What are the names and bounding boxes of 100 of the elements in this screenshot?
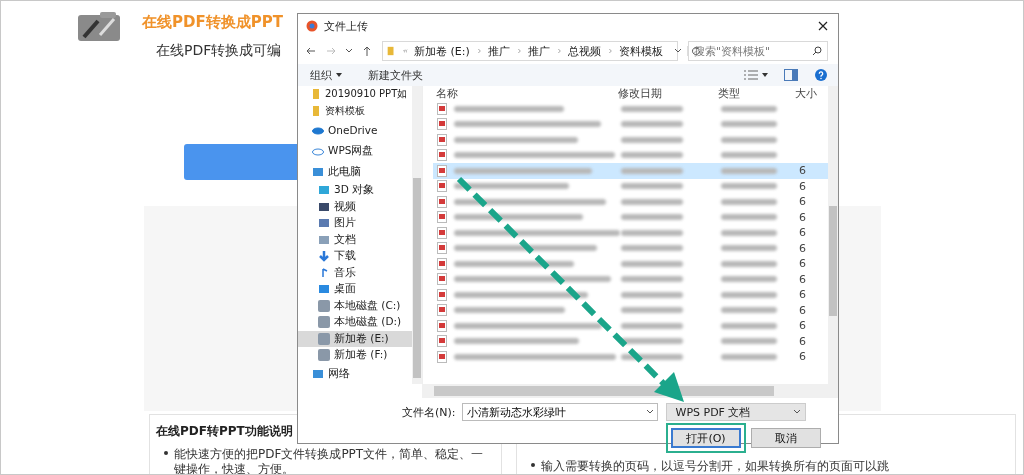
breadcrumb-item[interactable]: 推广 bbox=[527, 43, 550, 59]
network-icon bbox=[312, 368, 324, 380]
pdf-file-icon bbox=[436, 242, 448, 255]
blurred-type bbox=[721, 353, 777, 360]
nav-item[interactable]: 文档 bbox=[298, 231, 412, 248]
blurred-date bbox=[621, 229, 683, 236]
nav-item[interactable]: 下载 bbox=[298, 248, 412, 265]
nav-item[interactable]: 网络 bbox=[298, 363, 412, 384]
new-folder-button[interactable]: 新建文件夹 bbox=[368, 67, 423, 83]
close-icon[interactable] bbox=[818, 21, 828, 31]
nav-item[interactable]: 3D 对象 bbox=[298, 182, 412, 199]
file-row[interactable]: 6 bbox=[433, 256, 828, 272]
blurred-date bbox=[621, 353, 683, 360]
browser-icon bbox=[306, 20, 318, 32]
blurred-date bbox=[621, 183, 683, 190]
pdf-file-icon bbox=[436, 288, 448, 301]
nav-item[interactable]: 视频 bbox=[298, 198, 412, 215]
file-row[interactable]: 6 bbox=[433, 163, 828, 179]
blurred-type bbox=[721, 291, 777, 298]
file-row[interactable]: 6 bbox=[433, 302, 828, 318]
blurred-type bbox=[721, 245, 777, 252]
nav-item[interactable]: 音乐 bbox=[298, 264, 412, 281]
nav-item[interactable]: WPS网盘 bbox=[298, 140, 412, 161]
help-icon[interactable] bbox=[814, 69, 828, 81]
column-header[interactable]: 大小 bbox=[795, 86, 817, 101]
filename-label: 文件名(N): bbox=[402, 404, 456, 420]
file-size: 6 bbox=[799, 334, 806, 348]
dialog-button[interactable]: 取消 bbox=[751, 428, 821, 448]
caret-icon[interactable] bbox=[674, 49, 681, 53]
blurred-date bbox=[621, 338, 683, 345]
nav-item[interactable]: 新加卷 (F:) bbox=[298, 347, 412, 364]
blurred-date bbox=[621, 245, 683, 252]
blurred-type bbox=[721, 105, 777, 112]
file-row[interactable]: 6 bbox=[433, 333, 828, 349]
column-header[interactable]: 修改日期 bbox=[618, 86, 662, 101]
video-icon bbox=[318, 200, 330, 213]
file-row[interactable]: 6 bbox=[433, 194, 828, 210]
scrollbar[interactable] bbox=[422, 384, 838, 398]
nav-item[interactable]: 此电脑 bbox=[298, 161, 412, 182]
tools-logo-icon bbox=[76, 11, 122, 43]
dialog-title: 文件上传 bbox=[324, 18, 368, 34]
column-header[interactable]: 名称 bbox=[436, 86, 458, 101]
desktop-icon bbox=[318, 283, 330, 296]
pdf-file-icon bbox=[436, 195, 448, 208]
page-subtitle: 在线PDF转换成可编 bbox=[156, 42, 283, 60]
blurred-type bbox=[721, 214, 777, 221]
file-size: 6 bbox=[799, 241, 806, 255]
back-arrow-icon[interactable] bbox=[306, 46, 316, 56]
page-title: 在线PDF转换成PPT bbox=[142, 13, 283, 32]
file-size: 6 bbox=[799, 195, 806, 209]
scrollbar[interactable] bbox=[828, 86, 838, 384]
pdf-file-icon bbox=[436, 335, 448, 348]
file-row[interactable]: 6 bbox=[433, 178, 828, 194]
blurred-type bbox=[721, 307, 777, 314]
nav-item[interactable]: 图片 bbox=[298, 215, 412, 232]
file-size: 6 bbox=[799, 319, 806, 333]
file-row[interactable]: 6 bbox=[433, 240, 828, 256]
file-type-select[interactable]: WPS PDF 文档 bbox=[665, 403, 806, 421]
blurred-date bbox=[621, 198, 683, 205]
caret-icon[interactable] bbox=[762, 73, 768, 77]
file-size: 6 bbox=[799, 272, 806, 286]
breadcrumb-item[interactable]: 总视频 bbox=[567, 43, 601, 59]
nav-item[interactable]: 本地磁盘 (C:) bbox=[298, 297, 412, 314]
up-arrow-icon[interactable] bbox=[362, 46, 372, 56]
file-size: 6 bbox=[799, 210, 806, 224]
file-row[interactable]: 6 bbox=[433, 287, 828, 303]
folder-icon bbox=[310, 88, 322, 101]
nav-item[interactable]: 本地磁盘 (D:) bbox=[298, 314, 412, 331]
file-size: 6 bbox=[799, 179, 806, 193]
caret-icon bbox=[646, 410, 653, 414]
filename-field[interactable]: 小清新动态水彩绿叶 bbox=[461, 403, 658, 421]
caret-icon[interactable] bbox=[346, 49, 352, 53]
organize-menu[interactable]: 组织 bbox=[310, 67, 332, 83]
column-header[interactable]: 类型 bbox=[718, 86, 740, 101]
nav-item[interactable]: 20190910 PPT如 bbox=[298, 86, 412, 103]
search-field[interactable]: 搜索"资料模板" bbox=[688, 41, 828, 61]
file-row[interactable]: 6 bbox=[433, 271, 828, 287]
cube-icon bbox=[318, 184, 330, 197]
preview-pane-icon[interactable] bbox=[784, 69, 798, 81]
file-size: 6 bbox=[799, 288, 806, 302]
folder-icon bbox=[310, 104, 322, 117]
nav-item[interactable]: OneDrive bbox=[298, 119, 412, 140]
blurred-type bbox=[721, 276, 777, 283]
nav-item[interactable]: 资料模板 bbox=[298, 102, 412, 119]
pdf-file-icon bbox=[436, 257, 448, 270]
breadcrumb-item[interactable]: 推广 bbox=[487, 43, 510, 59]
file-row[interactable]: 6 bbox=[433, 349, 828, 365]
blurred-type bbox=[721, 260, 777, 267]
nav-item[interactable]: 桌面 bbox=[298, 281, 412, 298]
file-size: 6 bbox=[799, 226, 806, 240]
file-row[interactable]: 6 bbox=[433, 209, 828, 225]
file-row[interactable]: 6 bbox=[433, 318, 828, 334]
breadcrumb-item[interactable]: 新加卷 (E:) bbox=[414, 43, 470, 59]
nav-item[interactable]: 新加卷 (E:) bbox=[298, 330, 412, 347]
file-row[interactable]: 6 bbox=[433, 225, 828, 241]
pdf-file-icon bbox=[436, 118, 448, 131]
dialog-button[interactable]: 打开(O) bbox=[671, 428, 741, 448]
scrollbar[interactable] bbox=[412, 86, 422, 384]
breadcrumb-item[interactable]: 资料模板 bbox=[618, 43, 663, 59]
blurred-type bbox=[721, 338, 777, 345]
